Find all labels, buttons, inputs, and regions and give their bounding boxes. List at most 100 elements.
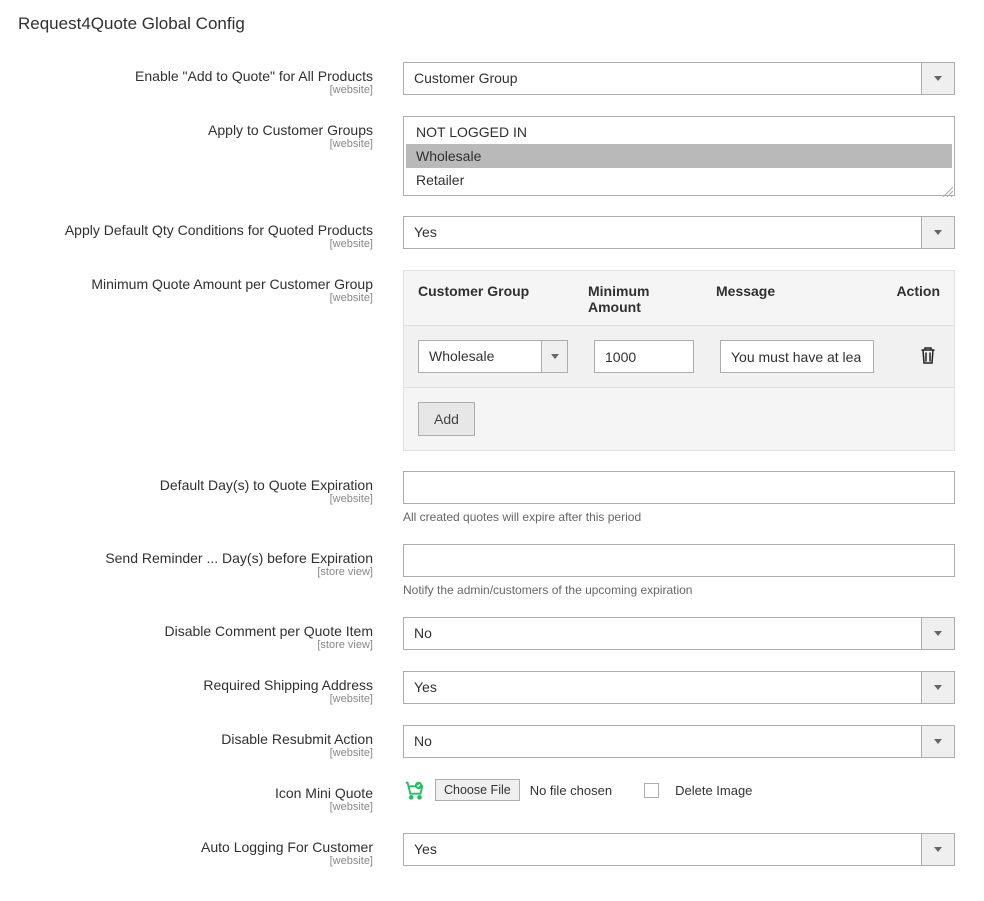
- row-input-message[interactable]: [720, 340, 874, 373]
- chevron-down-icon: [921, 672, 954, 703]
- scope-label: [website]: [18, 84, 373, 96]
- note-send-reminder: Notify the admin/customers of the upcomi…: [403, 583, 955, 597]
- select-required-shipping[interactable]: Yes: [403, 671, 955, 704]
- select-value: Wholesale: [419, 341, 541, 372]
- row-select-customer-group[interactable]: Wholesale: [418, 340, 568, 373]
- label-enable-add-to-quote: Enable "Add to Quote" for All Products: [135, 68, 373, 84]
- select-value: Yes: [404, 834, 921, 865]
- delete-image-label: Delete Image: [675, 783, 752, 798]
- field-col: Yes: [403, 671, 955, 705]
- label-col: Send Reminder ... Day(s) before Expirati…: [18, 544, 403, 597]
- select-value: Yes: [404, 217, 921, 248]
- th-action: Action: [880, 283, 940, 315]
- select-value: No: [404, 726, 921, 757]
- label-col: Enable "Add to Quote" for All Products […: [18, 62, 403, 96]
- select-apply-default-qty[interactable]: Yes: [403, 216, 955, 249]
- input-default-days-expiration[interactable]: [403, 471, 955, 504]
- resize-handle-icon[interactable]: [943, 184, 953, 194]
- label-disable-comment: Disable Comment per Quote Item: [164, 623, 373, 639]
- field-col: NOT LOGGED IN Wholesale Retailer: [403, 116, 955, 196]
- field-col: No: [403, 617, 955, 651]
- multiselect-customer-groups[interactable]: NOT LOGGED IN Wholesale Retailer: [403, 116, 955, 196]
- chevron-down-icon: [921, 726, 954, 757]
- table-row: Wholesale: [404, 325, 954, 388]
- label-min-quote-amount: Minimum Quote Amount per Customer Group: [91, 276, 373, 292]
- select-enable-add-to-quote[interactable]: Customer Group: [403, 62, 955, 95]
- field-col: Yes: [403, 216, 955, 250]
- row-disable-resubmit: Disable Resubmit Action [website] No: [18, 725, 966, 759]
- row-required-shipping: Required Shipping Address [website] Yes: [18, 671, 966, 705]
- scope-label: [website]: [18, 238, 373, 250]
- label-icon-mini-quote: Icon Mini Quote: [275, 785, 373, 801]
- row-disable-comment: Disable Comment per Quote Item [store vi…: [18, 617, 966, 651]
- th-message: Message: [698, 283, 880, 315]
- field-col: Notify the admin/customers of the upcomi…: [403, 544, 955, 597]
- file-status-text: No file chosen: [530, 783, 612, 798]
- note-default-days-expiration: All created quotes will expire after thi…: [403, 510, 955, 524]
- row-enable-add-to-quote: Enable "Add to Quote" for All Products […: [18, 62, 966, 96]
- label-apply-customer-groups: Apply to Customer Groups: [208, 122, 373, 138]
- field-col: Choose File No file chosen Delete Image: [403, 779, 955, 813]
- min-quote-table: Customer Group Minimum Amount Message Ac…: [403, 270, 955, 451]
- row-apply-default-qty: Apply Default Qty Conditions for Quoted …: [18, 216, 966, 250]
- label-apply-default-qty: Apply Default Qty Conditions for Quoted …: [65, 222, 373, 238]
- label-col: Apply Default Qty Conditions for Quoted …: [18, 216, 403, 250]
- delete-image-checkbox[interactable]: [644, 783, 659, 798]
- th-min-amount: Minimum Amount: [588, 283, 698, 315]
- quote-cart-icon: [403, 779, 425, 801]
- scope-label: [website]: [18, 693, 373, 705]
- row-apply-customer-groups: Apply to Customer Groups [website] NOT L…: [18, 116, 966, 196]
- select-value: Customer Group: [404, 63, 921, 94]
- scope-label: [store view]: [18, 639, 373, 651]
- choose-file-button[interactable]: Choose File: [435, 779, 520, 801]
- label-col: Disable Comment per Quote Item [store vi…: [18, 617, 403, 651]
- row-auto-logging: Auto Logging For Customer [website] Yes: [18, 833, 966, 867]
- multiselect-option-wholesale[interactable]: Wholesale: [406, 144, 952, 168]
- row-default-days-expiration: Default Day(s) to Quote Expiration [webs…: [18, 471, 966, 524]
- multiselect-option-not-logged-in[interactable]: NOT LOGGED IN: [406, 120, 952, 144]
- section-title: Request4Quote Global Config: [18, 14, 966, 34]
- scope-label: [website]: [18, 855, 373, 867]
- add-row-button[interactable]: Add: [418, 402, 475, 436]
- select-disable-resubmit[interactable]: No: [403, 725, 955, 758]
- scope-label: [website]: [18, 292, 373, 304]
- row-input-min-amount[interactable]: [594, 340, 694, 373]
- field-col: Yes: [403, 833, 955, 867]
- label-col: Auto Logging For Customer [website]: [18, 833, 403, 867]
- label-col: Default Day(s) to Quote Expiration [webs…: [18, 471, 403, 524]
- label-col: Disable Resubmit Action [website]: [18, 725, 403, 759]
- table-footer: Add: [404, 388, 954, 450]
- chevron-down-icon: [541, 341, 567, 372]
- scope-label: [store view]: [18, 566, 373, 578]
- input-send-reminder[interactable]: [403, 544, 955, 577]
- select-value: No: [404, 618, 921, 649]
- scope-label: [website]: [18, 747, 373, 759]
- select-disable-comment[interactable]: No: [403, 617, 955, 650]
- trash-icon: [920, 346, 936, 367]
- scope-label: [website]: [18, 138, 373, 150]
- scope-label: [website]: [18, 493, 373, 505]
- th-customer-group: Customer Group: [418, 283, 588, 315]
- chevron-down-icon: [921, 217, 954, 248]
- label-col: Minimum Quote Amount per Customer Group …: [18, 270, 403, 451]
- label-col: Apply to Customer Groups [website]: [18, 116, 403, 196]
- field-col: All created quotes will expire after thi…: [403, 471, 955, 524]
- multiselect-option-retailer[interactable]: Retailer: [406, 168, 952, 192]
- row-icon-mini-quote: Icon Mini Quote [website] Choose File No…: [18, 779, 966, 813]
- label-disable-resubmit: Disable Resubmit Action: [221, 731, 373, 747]
- table-header: Customer Group Minimum Amount Message Ac…: [404, 271, 954, 325]
- label-col: Required Shipping Address [website]: [18, 671, 403, 705]
- scope-label: [website]: [18, 801, 373, 813]
- label-auto-logging: Auto Logging For Customer: [201, 839, 373, 855]
- chevron-down-icon: [921, 618, 954, 649]
- delete-row-button[interactable]: [916, 345, 940, 369]
- row-min-quote-amount: Minimum Quote Amount per Customer Group …: [18, 270, 966, 451]
- select-value: Yes: [404, 672, 921, 703]
- field-col: Customer Group: [403, 62, 955, 96]
- field-col: No: [403, 725, 955, 759]
- chevron-down-icon: [921, 834, 954, 865]
- select-auto-logging[interactable]: Yes: [403, 833, 955, 866]
- label-default-days-expiration: Default Day(s) to Quote Expiration: [160, 477, 373, 493]
- label-send-reminder: Send Reminder ... Day(s) before Expirati…: [105, 550, 373, 566]
- row-send-reminder: Send Reminder ... Day(s) before Expirati…: [18, 544, 966, 597]
